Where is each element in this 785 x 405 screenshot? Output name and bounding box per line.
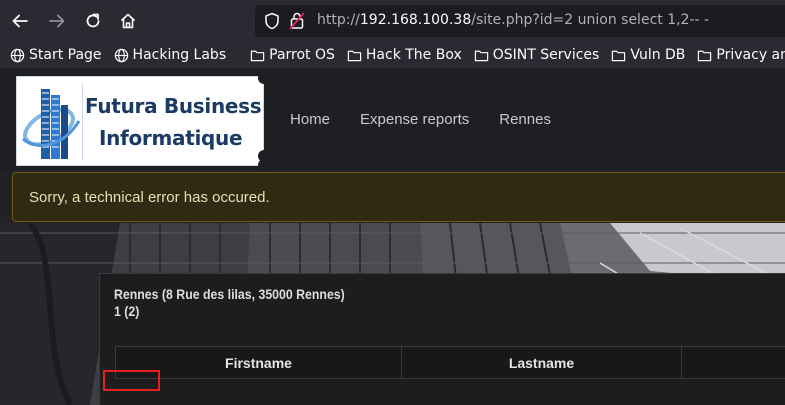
- url-path: /site.php?id=2 union select 1,2-- -: [471, 12, 710, 28]
- bookmark-folder-osint-services[interactable]: OSINT Services: [474, 42, 600, 68]
- logo-text-line2: Informatique: [99, 126, 243, 150]
- red-highlight-box: [103, 370, 160, 391]
- bookmark-folder-vuln-db[interactable]: Vuln DB: [611, 42, 685, 68]
- browser-toolbar: http://192.168.100.38/site.php?id=2 unio…: [0, 0, 785, 42]
- reload-button[interactable]: [79, 7, 107, 35]
- folder-icon: [474, 50, 488, 61]
- bookmark-label: Privacy and S: [716, 47, 785, 63]
- insecure-lock-icon[interactable]: [289, 11, 305, 31]
- globe-icon: [114, 48, 128, 62]
- logo-notch: [258, 159, 270, 171]
- agency-employee-count: 1 (2): [114, 303, 140, 319]
- bookmark-folder-hack-the-box[interactable]: Hack The Box: [347, 42, 462, 68]
- folder-icon: [250, 50, 265, 61]
- agency-title: Rennes (8 Rue des lilas, 35000 Rennes): [114, 286, 345, 302]
- back-button[interactable]: [6, 7, 34, 35]
- folder-icon: [698, 50, 712, 61]
- bookmark-hacking-labs[interactable]: Hacking Labs: [114, 42, 227, 68]
- bookmark-label: Vuln DB: [630, 47, 686, 63]
- bookmark-start-page[interactable]: Start Page: [10, 42, 102, 68]
- globe-icon: [10, 48, 25, 62]
- bookmark-label: Hack The Box: [365, 47, 462, 63]
- menu-home[interactable]: Home: [290, 111, 330, 128]
- shield-icon[interactable]: [263, 12, 281, 30]
- error-message: Sorry, a technical error has occured.: [29, 189, 270, 206]
- bookmark-folder-parrot-os[interactable]: Parrot OS: [250, 42, 335, 68]
- site-menu: Home Expense reports Rennes: [290, 111, 581, 128]
- bookmarks-bar: Start Page Hacking Labs Parrot OS Hack T…: [0, 42, 785, 68]
- site-navbar: Futura Business Informatique Home Expens…: [0, 68, 785, 171]
- url-host: 192.168.100.38: [359, 12, 472, 28]
- home-button[interactable]: [114, 7, 142, 35]
- bookmark-label: OSINT Services: [492, 47, 600, 63]
- arrow-right-icon: [49, 14, 65, 28]
- bookmark-label: Start Page: [29, 47, 102, 63]
- column-header-extra[interactable]: [682, 347, 785, 378]
- column-header-lastname[interactable]: Lastname: [402, 347, 682, 378]
- logo-text-line1: Futura Business: [85, 94, 262, 118]
- folder-icon: [612, 50, 626, 61]
- employee-table-header: Firstname Lastname: [115, 346, 785, 379]
- address-bar[interactable]: http://192.168.100.38/site.php?id=2 unio…: [255, 5, 785, 37]
- reload-icon: [86, 13, 100, 28]
- error-alert: Sorry, a technical error has occured.: [12, 172, 785, 222]
- menu-expense-reports[interactable]: Expense reports: [360, 111, 469, 128]
- logo-notch: [258, 72, 270, 84]
- menu-rennes[interactable]: Rennes: [499, 111, 551, 128]
- bookmark-label: Hacking Labs: [132, 47, 227, 63]
- bookmark-folder-privacy[interactable]: Privacy and S: [697, 42, 785, 68]
- site-logo[interactable]: Futura Business Informatique: [16, 72, 270, 171]
- url-text[interactable]: http://192.168.100.38/site.php?id=2 unio…: [317, 12, 709, 28]
- bookmark-label: Parrot OS: [269, 47, 335, 63]
- web-page: Futura Business Informatique Home Expens…: [0, 68, 785, 405]
- forward-button[interactable]: [43, 7, 71, 35]
- url-prefix: http://: [317, 12, 360, 28]
- agency-card: Rennes (8 Rue des lilas, 35000 Rennes) 1…: [99, 273, 785, 405]
- building-icon: [22, 83, 83, 161]
- arrow-left-icon: [12, 14, 28, 28]
- home-icon: [120, 13, 136, 29]
- folder-icon: [347, 50, 362, 61]
